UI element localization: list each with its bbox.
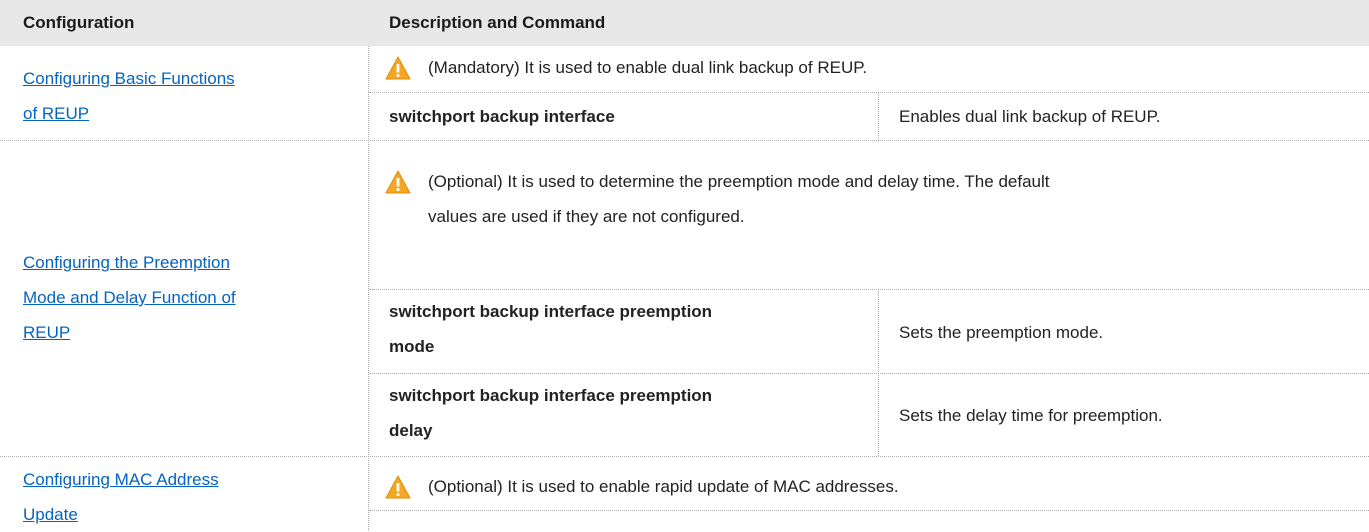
table-row: Configuring Basic Functions of REUP (Man… bbox=[0, 46, 1369, 140]
warning-triangle-icon bbox=[385, 475, 411, 499]
command-description: Sets the delay time for preemption. bbox=[899, 406, 1163, 425]
warning-triangle-icon bbox=[385, 170, 411, 194]
configuration-link-preemption-delay[interactable]: Configuring the Preemption Mode and Dela… bbox=[23, 245, 236, 350]
table-row: Configuring MAC Address Update (Optional… bbox=[0, 456, 1369, 531]
command-text: switchport backup interface preemption m… bbox=[389, 302, 713, 356]
note-text: (Optional) It is used to enable rapid up… bbox=[428, 477, 899, 496]
note-text: (Mandatory) It is used to enable dual li… bbox=[428, 58, 868, 77]
table-row: Configuring the Preemption Mode and Dela… bbox=[0, 140, 1369, 456]
command-description: Enables dual link backup of REUP. bbox=[899, 107, 1161, 126]
note-text: (Optional) It is used to determine the p… bbox=[428, 172, 1050, 226]
header-configuration: Configuration bbox=[23, 13, 135, 32]
table-header-row: Configuration Description and Command bbox=[0, 0, 1369, 46]
command-text: switchport backup interface bbox=[389, 107, 615, 126]
configuration-link-basic-functions[interactable]: Configuring Basic Functions of REUP bbox=[23, 61, 235, 131]
command-text: switchport backup interface preemption d… bbox=[389, 386, 713, 440]
configuration-link-mac-address-update[interactable]: Configuring MAC Address Update bbox=[23, 462, 219, 532]
command-description: Sets the preemption mode. bbox=[899, 323, 1104, 342]
header-description-and-command: Description and Command bbox=[389, 13, 606, 32]
warning-triangle-icon bbox=[385, 56, 411, 80]
